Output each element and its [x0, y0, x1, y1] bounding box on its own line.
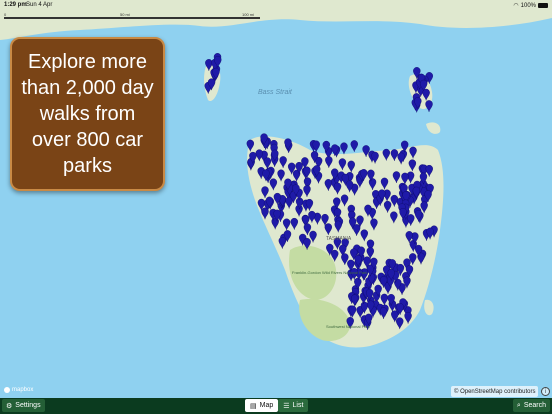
- tab-map[interactable]: ▤ Map: [245, 399, 279, 412]
- status-bar: 1:29 pm Sun 4 Apr ◠ 100%: [0, 0, 552, 12]
- mapbox-icon: [4, 387, 10, 393]
- status-date: Sun 4 Apr: [26, 2, 53, 8]
- settings-button[interactable]: ⚙ Settings: [2, 399, 45, 412]
- view-segmented-control: ▤ Map ☰ List: [245, 399, 309, 412]
- bottom-toolbar: ⚙ Settings ▤ Map ☰ List ⌕ Search: [0, 398, 552, 414]
- map-icon: ▤: [250, 402, 257, 410]
- scale-bar: [4, 17, 260, 19]
- park-label-southwest: Southwest National Park: [326, 324, 370, 329]
- attribution-text: © OpenStreetMap contributors: [454, 388, 536, 395]
- tab-list-label: List: [292, 402, 304, 409]
- promo-text: Explore more than 2,000 day walks from o…: [21, 51, 154, 177]
- park-label-franklin: Franklin-Gordon Wild Rivers National Par…: [292, 270, 367, 275]
- region-label: TASMANIA: [326, 236, 352, 242]
- list-icon: ☰: [283, 402, 290, 410]
- wifi-icon: ◠: [513, 3, 519, 9]
- tab-list[interactable]: ☰ List: [278, 399, 309, 412]
- status-time: 1:29 pm: [4, 2, 27, 8]
- promo-banner: Explore more than 2,000 day walks from o…: [10, 37, 165, 191]
- mapbox-logo[interactable]: mapbox: [4, 387, 33, 393]
- info-icon[interactable]: i: [541, 387, 550, 396]
- search-button[interactable]: ⌕ Search: [512, 399, 550, 412]
- status-right: ◠ 100%: [513, 2, 548, 9]
- gear-icon: ⚙: [6, 402, 13, 410]
- search-icon: ⌕: [516, 401, 521, 409]
- map-scale: 0 50 mi 100 mi: [4, 12, 260, 20]
- settings-label: Settings: [15, 402, 41, 409]
- battery-percent: 100%: [520, 2, 536, 9]
- tab-map-label: Map: [259, 402, 274, 409]
- mapbox-logo-text: mapbox: [12, 387, 34, 393]
- map-attribution[interactable]: © OpenStreetMap contributors: [451, 386, 539, 397]
- strait-label: Bass Strait: [258, 89, 293, 96]
- battery-icon: [538, 3, 548, 8]
- search-label: Search: [523, 402, 546, 409]
